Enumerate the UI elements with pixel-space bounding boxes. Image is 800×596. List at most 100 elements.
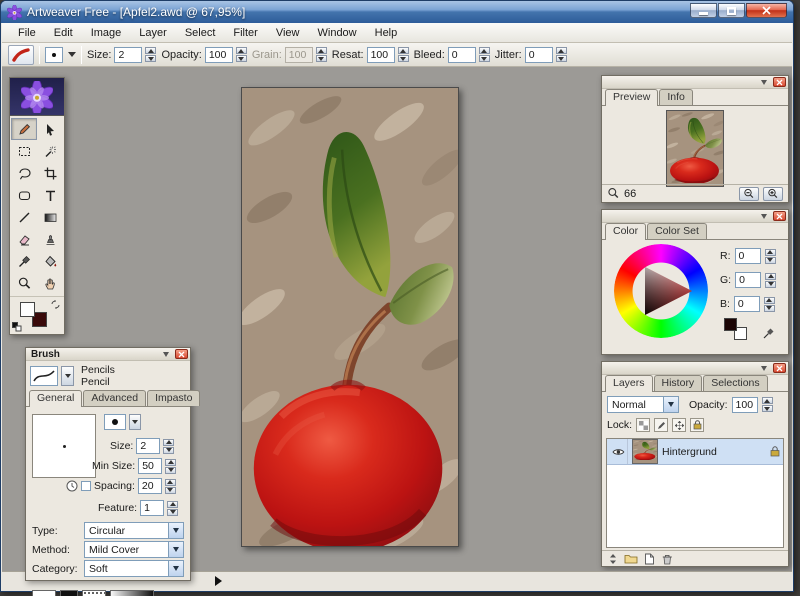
lock-transparency-toggle[interactable] xyxy=(636,418,651,432)
layer-opacity-spinner[interactable] xyxy=(761,397,773,412)
tip-shape-preview[interactable] xyxy=(104,414,126,430)
preview-zoom-value[interactable]: 66 xyxy=(624,188,650,200)
shape-tool[interactable] xyxy=(11,184,37,206)
brush-size-spinner[interactable] xyxy=(163,438,175,454)
texture-preview[interactable] xyxy=(60,590,78,596)
move-tool[interactable] xyxy=(37,118,63,140)
lasso-tool[interactable] xyxy=(11,162,37,184)
lock-all-toggle[interactable] xyxy=(690,418,705,432)
jitter-spinner[interactable] xyxy=(555,47,567,62)
menu-select[interactable]: Select xyxy=(177,25,224,41)
marquee-select-tool[interactable] xyxy=(11,140,37,162)
lock-paint-toggle[interactable] xyxy=(654,418,669,432)
blend-mode-select[interactable]: Normal xyxy=(607,396,679,413)
feature-spinner[interactable] xyxy=(167,500,179,516)
layers-close-button[interactable] xyxy=(773,363,786,373)
delete-layer-icon[interactable] xyxy=(661,553,673,565)
fill-tool[interactable] xyxy=(37,250,63,272)
panel-expand-arrow-icon[interactable] xyxy=(215,576,227,586)
red-input[interactable]: 0 xyxy=(734,248,761,264)
scroll-up-down-icon[interactable] xyxy=(608,553,618,564)
brush-preset-button[interactable] xyxy=(8,44,34,65)
size-input[interactable]: 2 xyxy=(114,46,143,63)
preview-thumbnail[interactable] xyxy=(663,109,728,187)
text-tool[interactable] xyxy=(37,184,63,206)
feature-input[interactable]: 1 xyxy=(140,500,165,516)
opacity-input[interactable]: 100 xyxy=(204,46,233,63)
tab-color-set[interactable]: Color Set xyxy=(647,223,707,239)
opacity-spinner[interactable] xyxy=(235,47,247,62)
maximize-button[interactable] xyxy=(718,3,745,18)
min-size-spinner[interactable] xyxy=(165,458,177,474)
menu-layer[interactable]: Layer xyxy=(131,25,175,41)
blue-spinner[interactable] xyxy=(763,296,775,312)
brush-size-input[interactable]: 2 xyxy=(136,438,161,454)
type-select[interactable]: Circular xyxy=(84,522,184,539)
green-spinner[interactable] xyxy=(765,272,777,288)
category-select[interactable]: Soft xyxy=(84,560,184,577)
color-close-button[interactable] xyxy=(773,211,786,221)
eraser-tool[interactable] xyxy=(11,228,37,250)
brush-stroke-preview[interactable] xyxy=(30,366,58,387)
eyedropper-small-icon[interactable] xyxy=(762,326,776,340)
resat-input[interactable]: 100 xyxy=(366,46,395,63)
method-select[interactable]: Mild Cover xyxy=(84,541,184,558)
tab-info[interactable]: Info xyxy=(659,89,693,105)
fade-preview[interactable] xyxy=(110,590,154,596)
menu-filter[interactable]: Filter xyxy=(225,25,265,41)
layer-row[interactable]: Hintergrund xyxy=(607,439,783,465)
magic-wand-tool[interactable] xyxy=(37,140,63,162)
default-colors-icon[interactable] xyxy=(12,322,22,332)
bleed-input[interactable]: 0 xyxy=(447,46,476,63)
tab-selections[interactable]: Selections xyxy=(703,375,768,391)
menu-view[interactable]: View xyxy=(268,25,308,41)
swap-colors-icon[interactable] xyxy=(51,300,60,309)
spacing-input[interactable]: 20 xyxy=(137,478,162,494)
menu-edit[interactable]: Edit xyxy=(46,25,81,41)
brush-tip-preview[interactable] xyxy=(45,46,63,63)
minimize-button[interactable] xyxy=(690,3,717,18)
tip-dropdown-button[interactable] xyxy=(129,414,141,430)
new-layer-icon[interactable] xyxy=(644,553,655,565)
line-tool[interactable] xyxy=(11,206,37,228)
zoom-tool[interactable] xyxy=(11,272,37,294)
foreground-color-swatch[interactable] xyxy=(20,302,35,317)
dab-preview[interactable] xyxy=(32,590,56,596)
tab-general[interactable]: General xyxy=(29,390,83,407)
lock-position-toggle[interactable] xyxy=(672,418,687,432)
panel-menu-icon[interactable] xyxy=(758,78,770,87)
document-canvas[interactable] xyxy=(241,87,459,547)
tab-color[interactable]: Color xyxy=(605,223,647,240)
green-input[interactable]: 0 xyxy=(735,272,762,288)
menu-file[interactable]: File xyxy=(10,25,44,41)
panel-menu-icon[interactable] xyxy=(758,364,770,373)
panel-menu-icon[interactable] xyxy=(160,350,172,359)
tab-advanced[interactable]: Advanced xyxy=(83,390,147,406)
min-size-input[interactable]: 50 xyxy=(138,458,163,474)
layer-visibility-toggle[interactable] xyxy=(610,439,628,464)
layer-opacity-input[interactable]: 100 xyxy=(731,396,758,413)
panel-menu-icon[interactable] xyxy=(758,212,770,221)
spacing-checkbox[interactable] xyxy=(81,481,91,491)
size-spinner[interactable] xyxy=(145,47,157,62)
tab-impasto[interactable]: Impasto xyxy=(147,390,201,406)
zoom-out-button[interactable] xyxy=(739,186,759,201)
brush-tip-dropdown-icon[interactable] xyxy=(68,52,76,61)
crop-tool[interactable] xyxy=(37,162,63,184)
brush-close-button[interactable] xyxy=(175,349,188,359)
spacing-spinner[interactable] xyxy=(164,478,176,494)
tab-history[interactable]: History xyxy=(653,375,703,391)
gradient-tool[interactable] xyxy=(37,206,63,228)
menu-image[interactable]: Image xyxy=(83,25,130,41)
saturation-triangle[interactable] xyxy=(614,244,708,338)
menu-window[interactable]: Window xyxy=(310,25,365,41)
preview-close-button[interactable] xyxy=(773,77,786,87)
foreground-color-swatch[interactable] xyxy=(724,318,737,331)
titlebar[interactable]: Artweaver Free - [Apfel2.awd @ 67,95%] xyxy=(1,1,793,23)
color-wheel[interactable] xyxy=(614,244,708,338)
red-spinner[interactable] xyxy=(764,248,776,264)
close-button[interactable] xyxy=(746,3,787,18)
bleed-spinner[interactable] xyxy=(478,47,490,62)
tab-layers[interactable]: Layers xyxy=(605,375,653,392)
zoom-in-button[interactable] xyxy=(763,186,783,201)
